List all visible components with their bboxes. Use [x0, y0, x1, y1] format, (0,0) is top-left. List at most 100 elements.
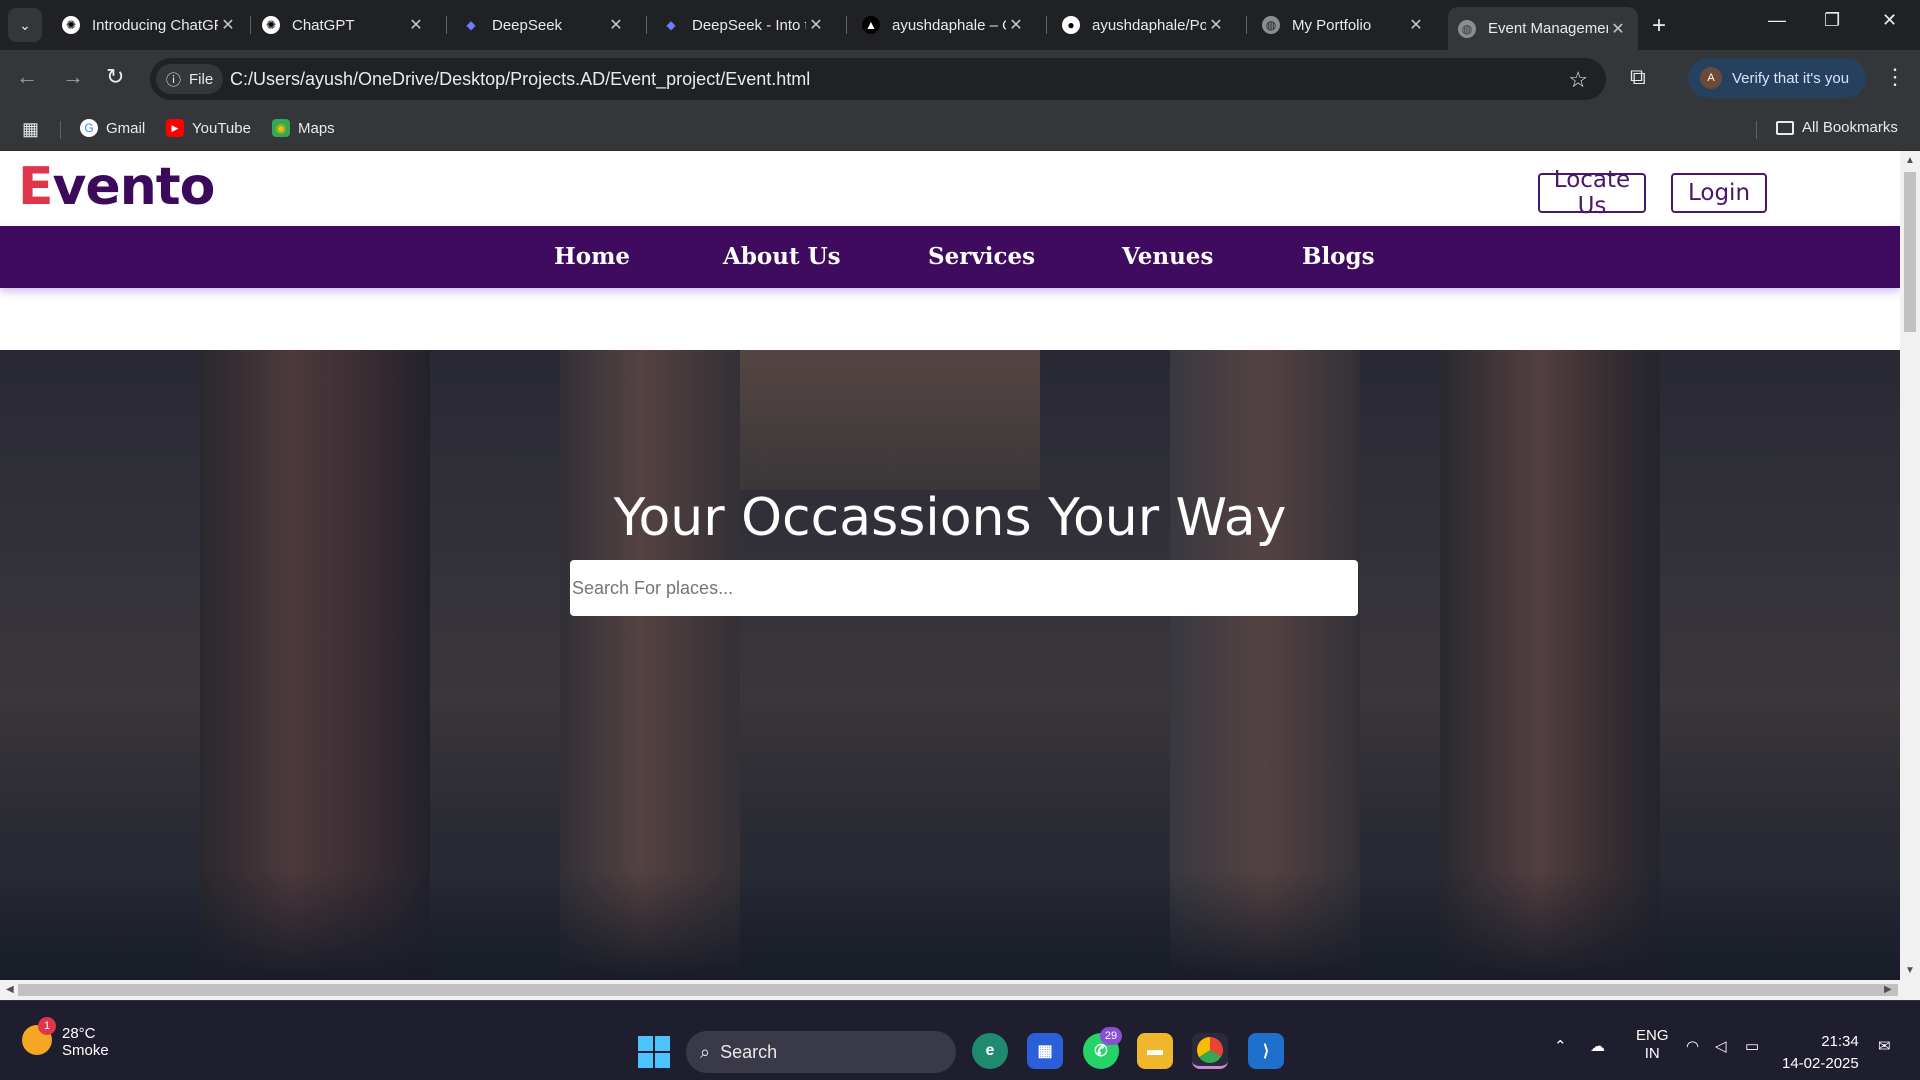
language-indicator[interactable]: ENG IN — [1636, 1027, 1669, 1063]
tab-divider — [250, 16, 251, 34]
tab-label: DeepSeek — [492, 16, 563, 34]
close-icon[interactable]: ✕ — [606, 15, 626, 35]
minimize-icon[interactable]: — — [1768, 10, 1786, 31]
show-hidden-icons[interactable]: ⌃ — [1554, 1037, 1567, 1055]
battery-icon[interactable]: ▭ — [1745, 1037, 1759, 1055]
openai-icon: ✺ — [62, 16, 80, 34]
main-nav: Home About Us Services Venues Blogs — [0, 226, 1900, 288]
tab-divider — [1046, 16, 1047, 34]
close-icon[interactable]: ✕ — [1006, 15, 1026, 35]
nav-home[interactable]: Home — [554, 243, 630, 270]
onedrive-icon[interactable]: ☁ — [1590, 1037, 1605, 1055]
reload-icon[interactable]: ↻ — [106, 64, 124, 90]
bookmarks-bar: ▦ G Gmail ▶ YouTube ◉ Maps All Bookmarks — [0, 107, 1920, 151]
tab-deepseek-into[interactable]: ◆ DeepSeek - Into the Unknown ✕ — [652, 7, 836, 43]
tab-label: ChatGPT — [292, 16, 355, 34]
profile-verify-button[interactable]: A Verify that it's you — [1688, 58, 1866, 98]
close-icon[interactable]: ✕ — [1406, 15, 1426, 35]
more-menu-icon[interactable]: ⋮ — [1884, 64, 1906, 90]
windows-taskbar: 1 28°C Smoke ⌕ Search e ▦ ✆ 29 ▬ ⟩ ⌃ ☁ E… — [0, 1000, 1920, 1080]
back-icon[interactable]: ← — [16, 64, 38, 90]
evento-logo[interactable]: Evento — [18, 157, 215, 217]
all-bookmarks[interactable]: All Bookmarks — [1776, 119, 1898, 136]
close-icon[interactable]: ✕ — [1608, 19, 1628, 39]
vercel-icon: ▲ — [862, 16, 880, 34]
extensions-icon[interactable]: ⧉ — [1630, 64, 1646, 90]
browser-toolbar: ← → ↻ ⓘ File C:/Users/ayush/OneDrive/Des… — [0, 50, 1920, 107]
apps-icon[interactable]: ▦ — [22, 119, 39, 140]
vscode-icon[interactable]: ⟩ — [1248, 1033, 1284, 1069]
site-info-label: File — [189, 70, 214, 88]
tab-github[interactable]: ● ayushdaphale/Portfolio ✕ — [1052, 7, 1236, 43]
tab-divider — [846, 16, 847, 34]
close-window-icon[interactable]: ✕ — [1882, 10, 1897, 31]
wifi-icon[interactable]: ◠ — [1686, 1037, 1699, 1055]
scroll-up-icon[interactable]: ▲ — [1905, 155, 1915, 166]
github-icon: ● — [1062, 16, 1080, 34]
locate-us-button[interactable]: Locate Us — [1538, 167, 1646, 219]
vertical-scrollbar[interactable]: ▲ ▼ — [1900, 151, 1920, 980]
avatar: A — [1700, 67, 1722, 89]
restore-icon[interactable]: ❐ — [1824, 10, 1840, 31]
edge-icon[interactable]: e — [972, 1033, 1008, 1069]
address-bar[interactable]: ⓘ File C:/Users/ayush/OneDrive/Desktop/P… — [150, 58, 1606, 100]
taskbar-search[interactable]: ⌕ Search — [686, 1031, 956, 1073]
scroll-left-icon[interactable]: ◀ — [6, 984, 14, 995]
nav-venues[interactable]: Venues — [1122, 243, 1213, 270]
bookmark-star-icon[interactable]: ☆ — [1568, 67, 1588, 93]
volume-icon[interactable]: ◁ — [1715, 1037, 1727, 1055]
site-info-chip[interactable]: ⓘ File — [156, 64, 224, 94]
tab-label: Introducing ChatGPT — [92, 16, 218, 34]
new-tab-button[interactable]: + — [1652, 12, 1666, 40]
store-icon[interactable]: ▦ — [1027, 1033, 1063, 1069]
weather-widget[interactable]: 1 28°C Smoke — [22, 1017, 109, 1059]
horizontal-scrollbar[interactable]: ◀ ▶ — [0, 980, 1920, 1000]
notification-badge: 1 — [38, 1017, 56, 1035]
search-icon: ⌕ — [700, 1041, 711, 1062]
bookmark-youtube[interactable]: ▶ YouTube — [166, 119, 251, 137]
nav-services[interactable]: Services — [928, 243, 1035, 270]
nav-blogs[interactable]: Blogs — [1302, 243, 1375, 270]
google-icon: G — [80, 119, 98, 137]
scroll-right-icon[interactable]: ▶ — [1884, 984, 1892, 995]
login-button[interactable]: Login — [1671, 173, 1767, 213]
search-places-input[interactable] — [570, 560, 1358, 616]
hero-overlay — [0, 350, 1900, 980]
system-clock[interactable]: 21:34 14-02-2025 — [1782, 1031, 1859, 1075]
weather-desc: Smoke — [62, 1042, 109, 1059]
bookmark-maps[interactable]: ◉ Maps — [272, 119, 335, 137]
forward-icon[interactable]: → — [62, 64, 84, 90]
close-icon[interactable]: ✕ — [218, 15, 238, 35]
scroll-thumb[interactable] — [1904, 172, 1916, 332]
tab-vercel[interactable]: ▲ ayushdaphale – Overview ✕ — [852, 7, 1036, 43]
tab-event-management[interactable]: ◍ Event Management ✕ — [1448, 7, 1638, 50]
chrome-icon[interactable] — [1192, 1033, 1228, 1069]
openai-icon: ✺ — [262, 16, 280, 34]
nav-about-us[interactable]: About Us — [723, 243, 841, 270]
tab-search-button[interactable]: ⌄ — [8, 8, 42, 42]
bookmark-gmail[interactable]: G Gmail — [80, 119, 145, 137]
scroll-thumb[interactable] — [18, 984, 1898, 996]
all-bookmarks-label: All Bookmarks — [1802, 119, 1898, 136]
tab-label: ayushdaphale/Portfolio — [1092, 16, 1206, 34]
file-explorer-icon[interactable]: ▬ — [1137, 1033, 1173, 1069]
bookmark-label: Maps — [298, 119, 335, 137]
close-icon[interactable]: ✕ — [406, 15, 426, 35]
close-icon[interactable]: ✕ — [1206, 15, 1226, 35]
notifications-icon[interactable]: ✉ — [1878, 1037, 1891, 1055]
tab-divider — [1246, 16, 1247, 34]
scroll-down-icon[interactable]: ▼ — [1905, 965, 1915, 976]
start-button[interactable] — [638, 1036, 670, 1068]
tab-introducing-chatgpt[interactable]: ✺ Introducing ChatGPT ✕ — [52, 7, 248, 43]
tab-strip: ⌄ ✺ Introducing ChatGPT ✕ ✺ ChatGPT ✕ ◆ … — [0, 0, 1920, 50]
tab-label: DeepSeek - Into the Unknown — [692, 16, 806, 34]
tab-portfolio[interactable]: ◍ My Portfolio ✕ — [1252, 7, 1436, 43]
verify-label: Verify that it's you — [1732, 69, 1850, 87]
url-text[interactable]: C:/Users/ayush/OneDrive/Desktop/Projects… — [230, 69, 810, 90]
tab-chatgpt[interactable]: ✺ ChatGPT ✕ — [252, 7, 436, 43]
close-icon[interactable]: ✕ — [806, 15, 826, 35]
maps-icon: ◉ — [272, 119, 290, 137]
deepseek-icon: ◆ — [466, 18, 476, 32]
tab-deepseek[interactable]: ◆ DeepSeek ✕ — [452, 7, 636, 43]
chevron-down-icon: ⌄ — [19, 16, 31, 33]
